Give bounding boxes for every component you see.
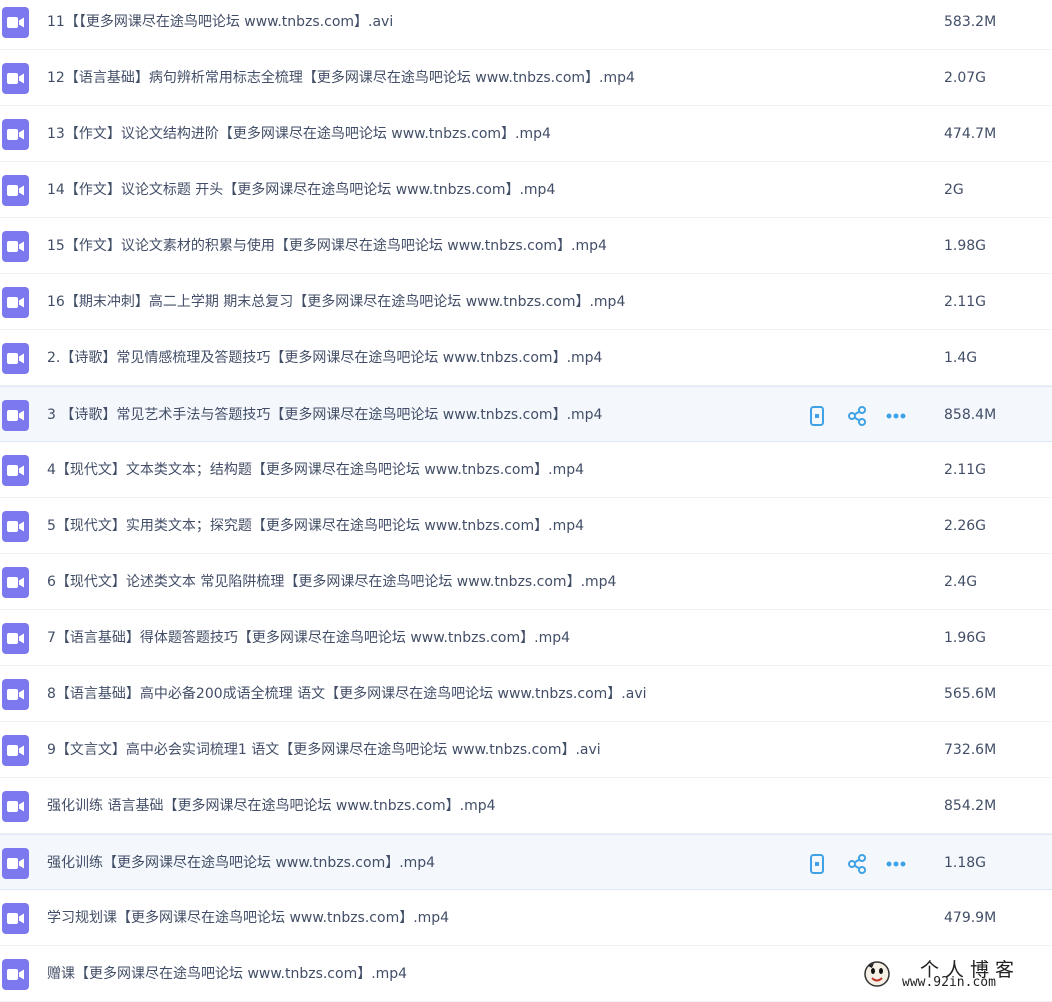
file-name[interactable]: 14【作文】议论文标题 开头【更多网课尽在途鸟吧论坛 www.tnbzs.com… xyxy=(47,162,555,218)
phone-icon[interactable] xyxy=(806,405,828,427)
file-name[interactable]: 8【语言基础】高中必备200成语全梳理 语文【更多网课尽在途鸟吧论坛 www.t… xyxy=(47,666,647,722)
file-row[interactable]: 7【语言基础】得体题答题技巧【更多网课尽在途鸟吧论坛 www.tnbzs.com… xyxy=(0,610,1052,666)
share-icon[interactable] xyxy=(846,405,868,427)
file-name[interactable]: 12【语言基础】病句辨析常用标志全梳理【更多网课尽在途鸟吧论坛 www.tnbz… xyxy=(47,50,635,106)
file-size: 2.26G xyxy=(944,518,987,534)
file-size: 1.96G xyxy=(944,630,987,646)
file-name[interactable]: 2.【诗歌】常见情感梳理及答题技巧【更多网课尽在途鸟吧论坛 www.tnbzs.… xyxy=(47,330,602,386)
video-file-icon xyxy=(2,679,29,710)
file-name[interactable]: 4【现代文】文本类文本；结构题【更多网课尽在途鸟吧论坛 www.tnbzs.co… xyxy=(47,442,584,498)
more-icon[interactable] xyxy=(885,853,907,875)
file-name[interactable]: 16【期末冲刺】高二上学期 期末总复习【更多网课尽在途鸟吧论坛 www.tnbz… xyxy=(47,274,625,330)
video-file-icon xyxy=(2,511,29,542)
file-row[interactable]: 5【现代文】实用类文本；探究题【更多网课尽在途鸟吧论坛 www.tnbzs.co… xyxy=(0,498,1052,554)
file-name[interactable]: 学习规划课【更多网课尽在途鸟吧论坛 www.tnbzs.com】.mp4 xyxy=(47,890,449,946)
file-size: 2.11G xyxy=(944,462,987,478)
file-row[interactable]: 14【作文】议论文标题 开头【更多网课尽在途鸟吧论坛 www.tnbzs.com… xyxy=(0,162,1052,218)
file-row[interactable]: 13【作文】议论文结构进阶【更多网课尽在途鸟吧论坛 www.tnbzs.com】… xyxy=(0,106,1052,162)
file-size: 474.7M xyxy=(944,126,997,142)
file-row[interactable]: 15【作文】议论文素材的积累与使用【更多网课尽在途鸟吧论坛 www.tnbzs.… xyxy=(0,218,1052,274)
watermark-url: www.92in.com xyxy=(902,975,996,990)
file-size: 1.18G xyxy=(944,855,987,871)
file-name[interactable]: 6【现代文】论述类文本 常见陷阱梳理【更多网课尽在途鸟吧论坛 www.tnbzs… xyxy=(47,554,616,610)
file-size: 479.9M xyxy=(944,910,997,926)
video-file-icon xyxy=(2,455,29,486)
video-file-icon xyxy=(2,791,29,822)
file-name[interactable]: 5【现代文】实用类文本；探究题【更多网课尽在途鸟吧论坛 www.tnbzs.co… xyxy=(47,498,584,554)
video-file-icon xyxy=(2,848,29,879)
video-file-icon xyxy=(2,400,29,431)
video-file-icon xyxy=(2,7,29,38)
video-file-icon xyxy=(2,231,29,262)
file-size: 858.4M xyxy=(944,407,997,423)
video-file-icon xyxy=(2,735,29,766)
file-row[interactable]: 12【语言基础】病句辨析常用标志全梳理【更多网课尽在途鸟吧论坛 www.tnbz… xyxy=(0,50,1052,106)
video-file-icon xyxy=(2,63,29,94)
file-size: 2G xyxy=(944,182,964,198)
file-size: 854.2M xyxy=(944,798,997,814)
file-size: 2.11G xyxy=(944,294,987,310)
file-name[interactable]: 7【语言基础】得体题答题技巧【更多网课尽在途鸟吧论坛 www.tnbzs.com… xyxy=(47,610,570,666)
file-name[interactable]: 强化训练 语言基础【更多网课尽在途鸟吧论坛 www.tnbzs.com】.mp4 xyxy=(47,778,496,834)
file-size: 2.4G xyxy=(944,574,978,590)
file-row[interactable]: 强化训练 语言基础【更多网课尽在途鸟吧论坛 www.tnbzs.com】.mp4… xyxy=(0,778,1052,834)
file-row[interactable]: 16【期末冲刺】高二上学期 期末总复习【更多网课尽在途鸟吧论坛 www.tnbz… xyxy=(0,274,1052,330)
file-name[interactable]: 赠课【更多网课尽在途鸟吧论坛 www.tnbzs.com】.mp4 xyxy=(47,946,407,1002)
file-row[interactable]: 3 【诗歌】常见艺术手法与答题技巧【更多网课尽在途鸟吧论坛 www.tnbzs.… xyxy=(0,386,1052,442)
file-name[interactable]: 15【作文】议论文素材的积累与使用【更多网课尽在途鸟吧论坛 www.tnbzs.… xyxy=(47,218,607,274)
file-name[interactable]: 3 【诗歌】常见艺术手法与答题技巧【更多网课尽在途鸟吧论坛 www.tnbzs.… xyxy=(47,387,602,443)
file-name[interactable]: 9【文言文】高中必会实词梳理1 语文【更多网课尽在途鸟吧论坛 www.tnbzs… xyxy=(47,722,601,778)
file-row[interactable]: 学习规划课【更多网课尽在途鸟吧论坛 www.tnbzs.com】.mp4 479.… xyxy=(0,890,1052,946)
file-list: 11【【更多网课尽在途鸟吧论坛 www.tnbzs.com】.avi 583.2M… xyxy=(0,0,1052,1002)
watermark: 个人博客 www.92in.com xyxy=(858,953,1052,997)
file-size: 1.4G xyxy=(944,350,978,366)
penguin-logo-icon xyxy=(864,961,890,987)
file-row[interactable]: 2.【诗歌】常见情感梳理及答题技巧【更多网课尽在途鸟吧论坛 www.tnbzs.… xyxy=(0,330,1052,386)
video-file-icon xyxy=(2,903,29,934)
file-row[interactable]: 6【现代文】论述类文本 常见陷阱梳理【更多网课尽在途鸟吧论坛 www.tnbzs… xyxy=(0,554,1052,610)
file-size: 565.6M xyxy=(944,686,997,702)
more-icon[interactable] xyxy=(885,405,907,427)
phone-icon[interactable] xyxy=(806,853,828,875)
video-file-icon xyxy=(2,567,29,598)
file-size: 2.07G xyxy=(944,70,987,86)
file-size: 1.98G xyxy=(944,238,987,254)
share-icon[interactable] xyxy=(846,853,868,875)
video-file-icon xyxy=(2,343,29,374)
video-file-icon xyxy=(2,175,29,206)
video-file-icon xyxy=(2,623,29,654)
file-size: 732.6M xyxy=(944,742,997,758)
file-name[interactable]: 强化训练【更多网课尽在途鸟吧论坛 www.tnbzs.com】.mp4 xyxy=(47,835,435,891)
file-row[interactable]: 强化训练【更多网课尽在途鸟吧论坛 www.tnbzs.com】.mp4 1.18G xyxy=(0,834,1052,890)
file-name[interactable]: 13【作文】议论文结构进阶【更多网课尽在途鸟吧论坛 www.tnbzs.com】… xyxy=(47,106,551,162)
video-file-icon xyxy=(2,287,29,318)
file-row[interactable]: 9【文言文】高中必会实词梳理1 语文【更多网课尽在途鸟吧论坛 www.tnbzs… xyxy=(0,722,1052,778)
file-name[interactable]: 11【【更多网课尽在途鸟吧论坛 www.tnbzs.com】.avi xyxy=(47,0,393,50)
video-file-icon xyxy=(2,119,29,150)
video-file-icon xyxy=(2,959,29,990)
file-row[interactable]: 8【语言基础】高中必备200成语全梳理 语文【更多网课尽在途鸟吧论坛 www.t… xyxy=(0,666,1052,722)
file-row[interactable]: 4【现代文】文本类文本；结构题【更多网课尽在途鸟吧论坛 www.tnbzs.co… xyxy=(0,442,1052,498)
file-size: 583.2M xyxy=(944,14,997,30)
file-row[interactable]: 11【【更多网课尽在途鸟吧论坛 www.tnbzs.com】.avi 583.2M xyxy=(0,0,1052,50)
